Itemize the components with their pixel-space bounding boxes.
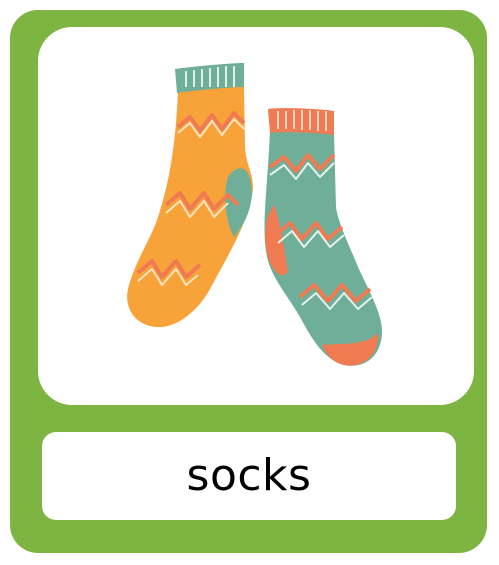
left-sock-icon [127,63,253,328]
word-label: socks [186,450,312,501]
picture-panel [38,27,474,405]
right-sock-icon [264,108,382,366]
socks-illustration-icon [127,63,382,366]
word-label-panel: socks [42,432,456,520]
